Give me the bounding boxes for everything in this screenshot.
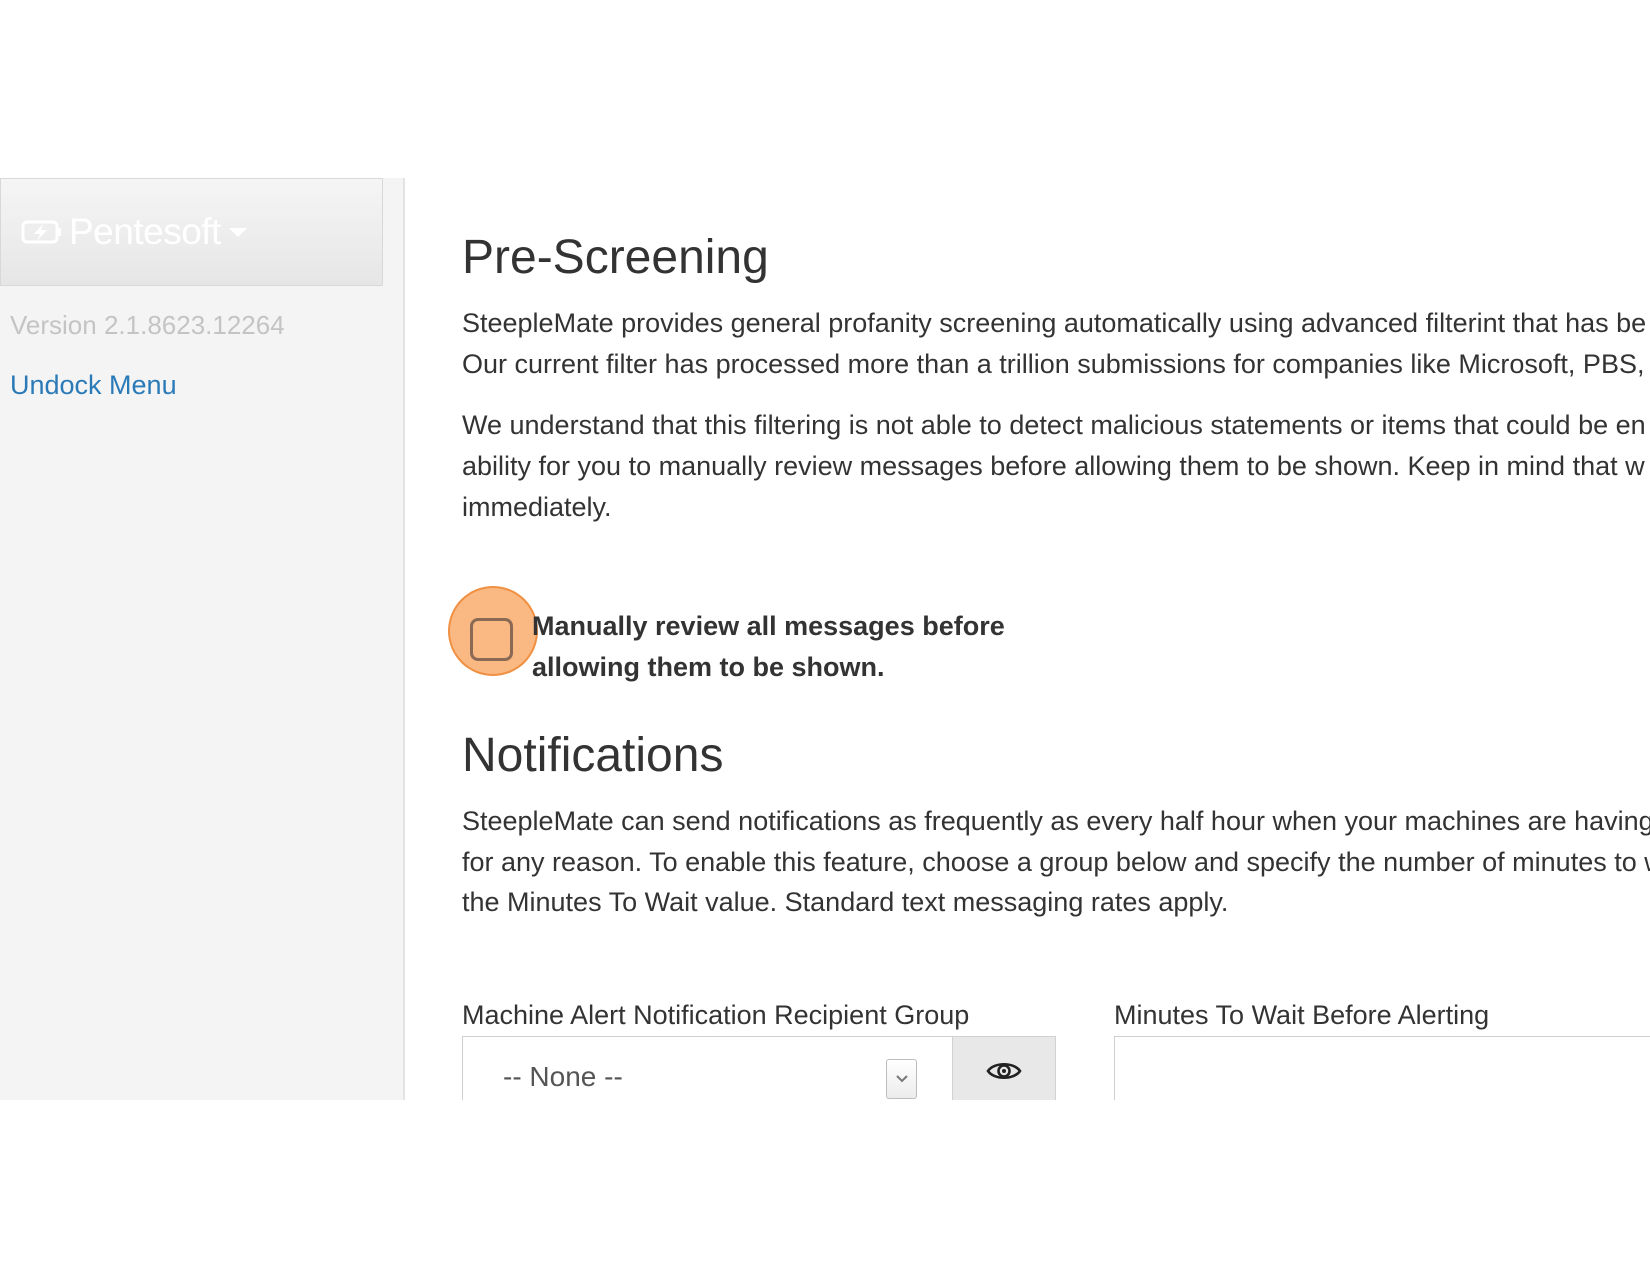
- chevron-down-glyph: [895, 1075, 908, 1083]
- main-content: Pre-Screening SteepleMate provides gener…: [448, 178, 1650, 1100]
- minutes-to-wait-input[interactable]: [1114, 1036, 1650, 1100]
- chevron-down-icon[interactable]: [886, 1059, 917, 1099]
- manual-review-label-line-1: Manually review all messages before: [532, 611, 1005, 641]
- manual-review-label[interactable]: Manually review all messages before allo…: [532, 606, 1005, 688]
- prescreening-paragraph-2-line-2: ability for you to manually review messa…: [462, 451, 1645, 481]
- manual-review-option[interactable]: Manually review all messages before allo…: [448, 586, 1162, 688]
- manual-review-checkbox[interactable]: [470, 618, 513, 661]
- app-viewport: Pentesoft Version 2.1.8623.12264 Undock …: [0, 178, 1650, 1100]
- sidebar: Pentesoft Version 2.1.8623.12264 Undock …: [0, 178, 405, 1100]
- manual-review-label-line-2: allowing them to be shown.: [532, 652, 885, 682]
- prescreening-paragraph-1-line-2: Our current filter has processed more th…: [462, 349, 1650, 379]
- notifications-paragraph-line-1: SteepleMate can send notifications as fr…: [462, 806, 1650, 836]
- recipient-group-selected-value: -- None --: [503, 1061, 623, 1092]
- prescreening-paragraph-2-line-1: We understand that this filtering is not…: [462, 410, 1646, 440]
- logo-icon: [21, 220, 61, 244]
- brand-menu-button[interactable]: Pentesoft: [0, 178, 383, 286]
- view-group-button[interactable]: [952, 1036, 1056, 1100]
- recipient-group-select[interactable]: -- None --: [462, 1036, 953, 1100]
- version-text: Version 2.1.8623.12264: [10, 310, 285, 340]
- notifications-title: Notifications: [462, 729, 724, 782]
- eye-icon: [986, 1062, 1022, 1080]
- prescreening-title: Pre-Screening: [462, 231, 769, 284]
- caret-down-icon: [228, 227, 247, 237]
- notifications-paragraph-line-3: the Minutes To Wait value. Standard text…: [462, 887, 1229, 917]
- prescreening-paragraph-2-line-3: immediately.: [462, 492, 612, 522]
- notifications-paragraph-line-2: for any reason. To enable this feature, …: [462, 847, 1650, 877]
- brand-name: Pentesoft: [69, 211, 221, 252]
- undock-menu-link[interactable]: Undock Menu: [10, 370, 177, 401]
- minutes-to-wait-label: Minutes To Wait Before Alerting: [1114, 1000, 1490, 1030]
- prescreening-paragraph-1-line-1: SteepleMate provides general profanity s…: [462, 308, 1647, 338]
- recipient-group-label: Machine Alert Notification Recipient Gro…: [462, 1000, 970, 1030]
